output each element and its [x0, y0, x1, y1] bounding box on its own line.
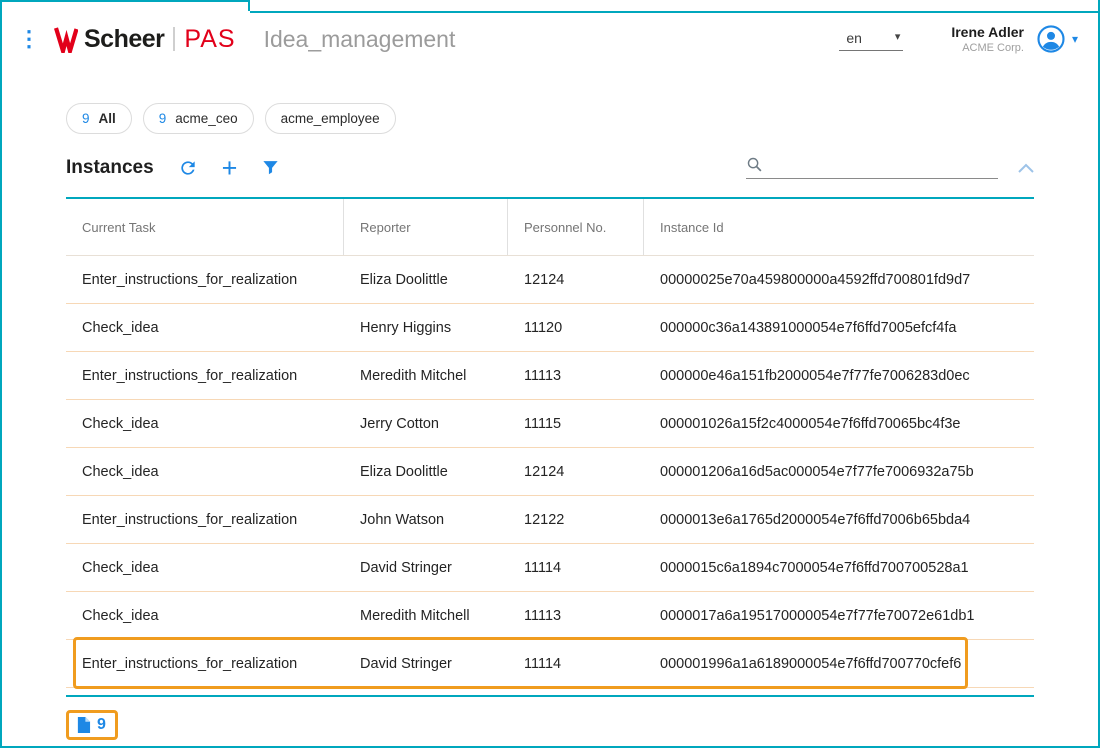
chevron-down-icon: ▾ [895, 32, 901, 43]
page-count-value: 9 [97, 716, 106, 734]
user-company: ACME Corp. [951, 42, 1024, 54]
table-row[interactable]: Check_idea David Stringer 11114 0000015c… [66, 544, 1034, 592]
cell-reporter: Jerry Cotton [344, 416, 508, 432]
instances-toolbar: Instances + [66, 156, 1034, 179]
cell-reporter: David Stringer [344, 656, 508, 672]
column-header-instance-id[interactable]: Instance Id [644, 199, 1034, 255]
cell-instance-id: 0000015c6a1894c7000054e7f6ffd700700528a1 [644, 560, 1034, 576]
user-name: Irene Adler [951, 24, 1024, 40]
cell-current-task: Check_idea [66, 464, 344, 480]
language-value: en [846, 30, 862, 46]
window-tab [2, 0, 250, 11]
filter-chip-bar: 9 All 9 acme_ceo acme_employee [66, 103, 1098, 134]
filter-chip[interactable]: 9 All [66, 103, 132, 134]
cell-reporter: David Stringer [344, 560, 508, 576]
table-header-row: Current Task Reporter Personnel No. Inst… [66, 199, 1034, 256]
table-row[interactable]: Check_idea Meredith Mitchell 11113 00000… [66, 592, 1034, 640]
language-select[interactable]: en ▾ [839, 28, 903, 51]
cell-reporter: Henry Higgins [344, 320, 508, 336]
app-window: ⋮ Scheer PAS Idea_management en ▾ Irene … [0, 0, 1100, 748]
cell-reporter: Meredith Mitchell [344, 608, 508, 624]
page-count-indicator[interactable]: 9 [66, 710, 118, 740]
cell-current-task: Check_idea [66, 416, 344, 432]
search-icon [746, 156, 763, 173]
cell-instance-id: 000001026a15f2c4000054e7f6ffd70065bc4f3e [644, 416, 1034, 432]
cell-personnel-no: 11115 [508, 416, 644, 432]
cell-personnel-no: 12124 [508, 464, 644, 480]
table-row[interactable]: Check_idea Henry Higgins 11120 000000c36… [66, 304, 1034, 352]
chip-count: 9 [159, 111, 167, 126]
page-title: Idea_management [264, 26, 456, 53]
avatar-icon[interactable] [1036, 24, 1066, 54]
brand-name: Scheer [84, 25, 164, 54]
cell-current-task: Enter_instructions_for_realization [66, 656, 344, 672]
cell-instance-id: 000000e46a151fb2000054e7f77fe7006283d0ec [644, 368, 1034, 384]
column-header-personnel-no[interactable]: Personnel No. [508, 199, 644, 255]
filter-chip[interactable]: acme_employee [265, 103, 396, 134]
instances-table: Current Task Reporter Personnel No. Inst… [66, 197, 1034, 697]
brand-product: PAS [184, 25, 235, 54]
chip-count: 9 [82, 111, 90, 126]
window-top-border [250, 11, 1098, 13]
cell-instance-id: 000001996a1a6189000054e7f6ffd700770cfef6 [644, 656, 1034, 672]
refresh-icon[interactable] [178, 158, 198, 178]
cell-reporter: John Watson [344, 512, 508, 528]
cell-instance-id: 000000c36a143891000054e7f6ffd7005efcf4fa [644, 320, 1034, 336]
cell-personnel-no: 12122 [508, 512, 644, 528]
brand-divider [173, 27, 175, 51]
cell-reporter: Meredith Mitchel [344, 368, 508, 384]
column-header-current-task[interactable]: Current Task [66, 199, 344, 255]
search-input[interactable] [770, 157, 998, 173]
collapse-icon[interactable] [1018, 163, 1034, 173]
table-row[interactable]: Enter_instructions_for_realization David… [66, 640, 1034, 688]
filter-icon[interactable] [261, 158, 280, 177]
cell-personnel-no: 11120 [508, 320, 644, 336]
column-header-reporter[interactable]: Reporter [344, 199, 508, 255]
cell-current-task: Enter_instructions_for_realization [66, 512, 344, 528]
filter-chip[interactable]: 9 acme_ceo [143, 103, 254, 134]
table-row[interactable]: Check_idea Jerry Cotton 11115 000001026a… [66, 400, 1034, 448]
cell-current-task: Check_idea [66, 560, 344, 576]
cell-instance-id: 00000025e70a459800000a4592ffd700801fd9d7 [644, 272, 1034, 288]
table-row[interactable]: Enter_instructions_for_realization Mered… [66, 352, 1034, 400]
cell-current-task: Check_idea [66, 608, 344, 624]
table-row[interactable]: Check_idea Eliza Doolittle 12124 0000012… [66, 448, 1034, 496]
table-row[interactable]: Enter_instructions_for_realization Eliza… [66, 256, 1034, 304]
cell-personnel-no: 11114 [508, 560, 644, 576]
cell-reporter: Eliza Doolittle [344, 464, 508, 480]
cell-instance-id: 0000017a6a195170000054e7f77fe70072e61db1 [644, 608, 1034, 624]
cell-personnel-no: 11113 [508, 368, 644, 384]
table-row[interactable]: Enter_instructions_for_realization John … [66, 496, 1034, 544]
search-field[interactable] [746, 156, 998, 179]
cell-instance-id: 000001206a16d5ac000054e7f77fe7006932a75b [644, 464, 1034, 480]
cell-reporter: Eliza Doolittle [344, 272, 508, 288]
user-info: Irene Adler ACME Corp. [951, 24, 1024, 54]
cell-personnel-no: 11113 [508, 608, 644, 624]
user-menu-caret-icon[interactable]: ▾ [1072, 32, 1078, 46]
chip-label: acme_employee [281, 111, 380, 126]
document-count-icon [76, 716, 91, 734]
cell-current-task: Enter_instructions_for_realization [66, 368, 344, 384]
table-body: Enter_instructions_for_realization Eliza… [66, 256, 1034, 688]
app-header: ⋮ Scheer PAS Idea_management en ▾ Irene … [2, 13, 1098, 65]
section-title: Instances [66, 157, 154, 179]
chip-label: acme_ceo [175, 111, 237, 126]
brand-logo: Scheer PAS [54, 25, 236, 54]
cell-instance-id: 0000013e6a1765d2000054e7f6ffd7006b65bda4 [644, 512, 1034, 528]
add-icon[interactable]: + [222, 158, 238, 178]
cell-personnel-no: 11114 [508, 656, 644, 672]
cell-personnel-no: 12124 [508, 272, 644, 288]
cell-current-task: Enter_instructions_for_realization [66, 272, 344, 288]
scheer-logo-icon [54, 26, 78, 53]
menu-icon[interactable]: ⋮ [16, 28, 42, 50]
cell-current-task: Check_idea [66, 320, 344, 336]
chip-label: All [99, 111, 116, 126]
